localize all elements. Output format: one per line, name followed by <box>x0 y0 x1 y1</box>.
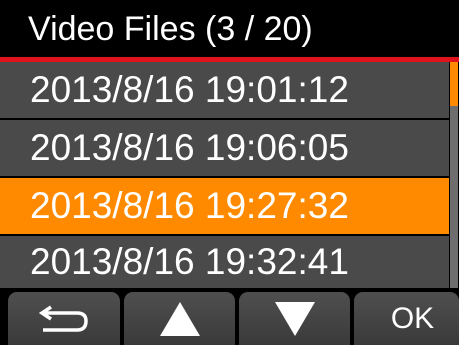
list-item-selected[interactable]: 2013/8/16 19:27:32 <box>0 178 449 234</box>
button-bar: OK <box>0 288 459 345</box>
triangle-down-icon <box>274 301 315 336</box>
list-item-label: 2013/8/16 19:01:12 <box>30 69 349 110</box>
return-arrow-icon <box>37 303 91 335</box>
back-button[interactable] <box>8 292 120 345</box>
list-item[interactable]: 2013/8/16 19:06:05 <box>0 120 449 176</box>
ok-button[interactable]: OK <box>354 292 459 345</box>
title-bar: Video Files (3 / 20) <box>0 0 459 57</box>
page-title: Video Files (3 / 20) <box>28 10 313 48</box>
up-button[interactable] <box>124 292 235 345</box>
triangle-up-icon <box>159 301 200 336</box>
scrollbar[interactable] <box>449 62 459 288</box>
list-item[interactable]: 2013/8/16 19:32:41 <box>0 236 449 288</box>
list-item-label: 2013/8/16 19:32:41 <box>30 241 349 282</box>
scrollbar-thumb[interactable] <box>450 62 458 106</box>
list-item[interactable]: 2013/8/16 19:01:12 <box>0 62 449 118</box>
list-item-label: 2013/8/16 19:27:32 <box>30 185 349 226</box>
down-button[interactable] <box>239 292 350 345</box>
list-item-label: 2013/8/16 19:06:05 <box>30 127 349 168</box>
video-file-list: 2013/8/16 19:01:12 2013/8/16 19:06:05 20… <box>0 62 449 288</box>
ok-button-label: OK <box>390 301 435 335</box>
